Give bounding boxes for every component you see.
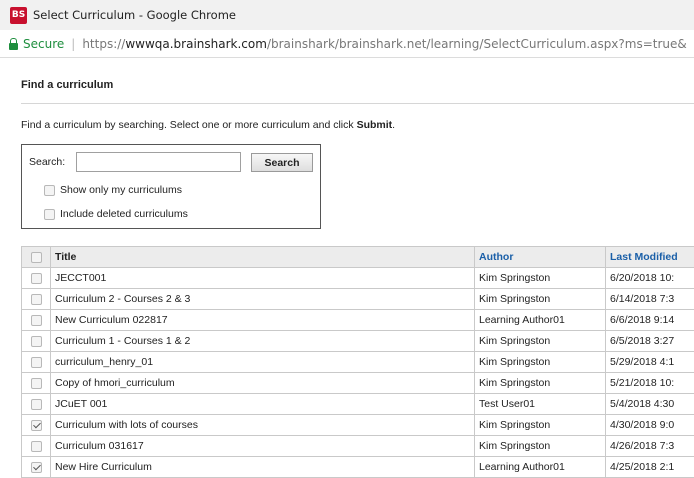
show-mine-option[interactable]: Show only my curriculums (44, 184, 182, 196)
row-modified-cell: 6/20/2018 10: (605, 267, 694, 289)
select-all-checkbox[interactable] (30, 251, 42, 263)
table-row[interactable]: Curriculum 1 - Courses 1 & 2 Kim Springst… (21, 330, 694, 352)
row-select-cell (21, 435, 51, 457)
include-deleted-checkbox[interactable] (44, 208, 55, 220)
secure-label: Secure (23, 36, 65, 51)
row-title-cell: JCuET 001 (50, 393, 475, 415)
row-author-cell: Kim Springston (474, 372, 606, 394)
table-row[interactable]: Curriculum 031617 Kim Springston 4/26/2018… (21, 435, 694, 457)
row-select-cell (21, 309, 51, 331)
show-mine-label: Show only my curriculums (60, 184, 182, 196)
row-checkbox[interactable] (30, 293, 42, 305)
row-title-cell: New Hire Curriculum (50, 456, 475, 478)
row-modified-cell: 6/6/2018 9:14 (605, 309, 694, 331)
table-row[interactable]: curriculum_henry_01 Kim Springston 5/29/20… (21, 351, 694, 373)
table-row[interactable]: JECCT001 Kim Springston 6/20/2018 10: (21, 267, 694, 289)
divider (21, 103, 694, 104)
row-modified-cell: 4/30/2018 9:0 (605, 414, 694, 436)
row-select-cell (21, 267, 51, 289)
row-checkbox[interactable] (30, 377, 42, 389)
table-row[interactable]: New Curriculum 022817 Learning Author01 6/… (21, 309, 694, 331)
column-header-author[interactable]: Author (474, 246, 606, 268)
select-all-cell (21, 246, 51, 268)
row-select-cell (21, 351, 51, 373)
table-body: JECCT001 Kim Springston 6/20/2018 10: Curri… (21, 267, 694, 478)
search-panel: Search: Search Show only my curriculums … (21, 144, 321, 229)
row-checkbox[interactable] (30, 314, 42, 326)
curriculum-table: Title Author Last Modified JECCT001 Kim S… (21, 246, 694, 478)
window-title: Select Curriculum - Google Chrome (33, 8, 236, 22)
include-deleted-option[interactable]: Include deleted curriculums (44, 208, 188, 220)
table-header-row: Title Author Last Modified (21, 246, 694, 268)
row-author-cell: Kim Springston (474, 330, 606, 352)
address-bar[interactable]: Secure | https:// wwwqa.brainshark.com /… (0, 30, 694, 58)
row-title-cell: New Curriculum 022817 (50, 309, 475, 331)
row-modified-cell: 6/14/2018 7:3 (605, 288, 694, 310)
row-title-cell: Curriculum with lots of courses (50, 414, 475, 436)
window-titlebar: BS Select Curriculum - Google Chrome (0, 0, 694, 30)
section-title: Find a curriculum (21, 79, 114, 91)
include-deleted-label: Include deleted curriculums (60, 208, 188, 220)
row-modified-cell: 6/5/2018 3:27 (605, 330, 694, 352)
row-title-cell: JECCT001 (50, 267, 475, 289)
column-header-last-modified[interactable]: Last Modified (605, 246, 694, 268)
row-modified-cell: 5/4/2018 4:30 (605, 393, 694, 415)
row-author-cell: Learning Author01 (474, 309, 606, 331)
row-modified-cell: 5/29/2018 4:1 (605, 351, 694, 373)
row-author-cell: Kim Springston (474, 288, 606, 310)
row-checkbox[interactable] (30, 461, 42, 473)
row-title-cell: Copy of hmori_curriculum (50, 372, 475, 394)
search-button[interactable]: Search (251, 153, 313, 172)
row-title-cell: Curriculum 031617 (50, 435, 475, 457)
instructions-text: Find a curriculum by searching. Select o… (21, 119, 357, 131)
instructions: Find a curriculum by searching. Select o… (21, 119, 395, 131)
url-host: wwwqa.brainshark.com (125, 36, 267, 51)
instructions-end: . (392, 119, 396, 131)
brainshark-logo-icon: BS (10, 6, 27, 24)
search-input[interactable] (76, 152, 241, 172)
row-title-cell: Curriculum 1 - Courses 1 & 2 (50, 330, 475, 352)
row-checkbox[interactable] (30, 272, 42, 284)
row-select-cell (21, 330, 51, 352)
row-title-cell: curriculum_henry_01 (50, 351, 475, 373)
url-path: /brainshark/brainshark.net/learning/Sele… (266, 36, 687, 51)
row-select-cell (21, 393, 51, 415)
row-checkbox[interactable] (30, 356, 42, 368)
row-select-cell (21, 372, 51, 394)
table-row[interactable]: Copy of hmori_curriculum Kim Springston 5/… (21, 372, 694, 394)
search-label: Search: (29, 156, 66, 168)
column-header-title[interactable]: Title (50, 246, 475, 268)
row-author-cell: Kim Springston (474, 414, 606, 436)
row-author-cell: Kim Springston (474, 351, 606, 373)
row-modified-cell: 4/25/2018 2:1 (605, 456, 694, 478)
table-row[interactable]: New Hire Curriculum Learning Author01 4/25… (21, 456, 694, 478)
table-row[interactable]: Curriculum 2 - Courses 2 & 3 Kim Springst… (21, 288, 694, 310)
row-modified-cell: 5/21/2018 10: (605, 372, 694, 394)
table-row[interactable]: JCuET 001 Test User01 5/4/2018 4:30 (21, 393, 694, 415)
row-checkbox[interactable] (30, 398, 42, 410)
row-select-cell (21, 414, 51, 436)
row-modified-cell: 4/26/2018 7:3 (605, 435, 694, 457)
row-author-cell: Learning Author01 (474, 456, 606, 478)
row-checkbox[interactable] (30, 419, 42, 431)
row-author-cell: Test User01 (474, 393, 606, 415)
address-separator: | (71, 36, 76, 51)
lock-icon (9, 37, 18, 50)
url-scheme: https:// (82, 36, 126, 51)
show-mine-checkbox[interactable] (44, 184, 55, 196)
instructions-submit: Submit (356, 119, 393, 131)
row-select-cell (21, 288, 51, 310)
row-checkbox[interactable] (30, 440, 42, 452)
table-row[interactable]: Curriculum with lots of courses Kim Sprin… (21, 414, 694, 436)
row-checkbox[interactable] (30, 335, 42, 347)
row-title-cell: Curriculum 2 - Courses 2 & 3 (50, 288, 475, 310)
row-select-cell (21, 456, 51, 478)
row-author-cell: Kim Springston (474, 435, 606, 457)
row-author-cell: Kim Springston (474, 267, 606, 289)
